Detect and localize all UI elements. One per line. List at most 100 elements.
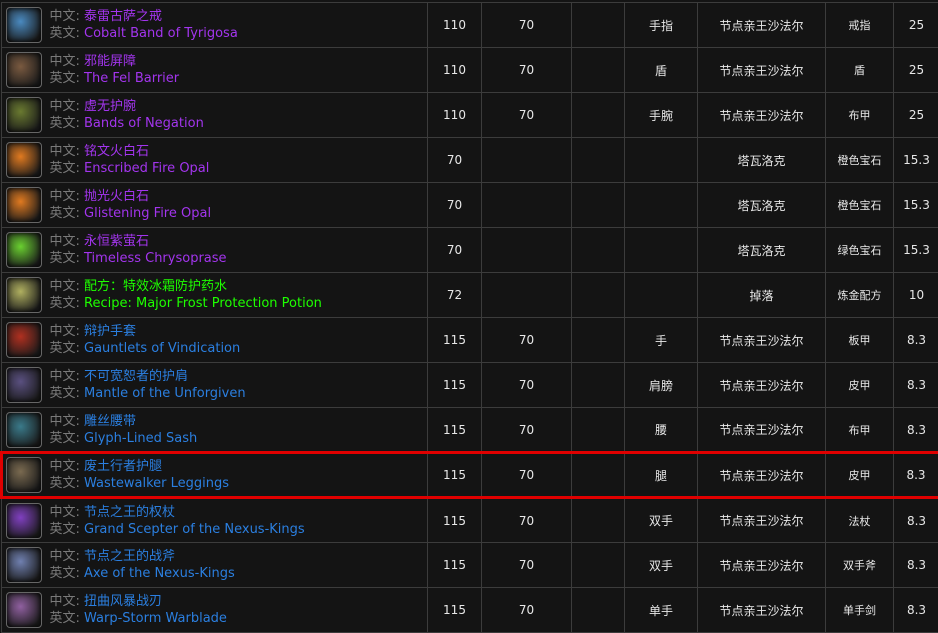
- slot: 盾: [625, 48, 698, 93]
- slot: 单手: [625, 588, 698, 633]
- item-name-cell: 中文: 节点之王的战斧 英文: Axe of the Nexus-Kings: [46, 543, 428, 588]
- item-name-en[interactable]: Grand Scepter of the Nexus-Kings: [84, 522, 305, 537]
- item-name-cell: 中文: 雕丝腰带 英文: Glyph-Lined Sash: [46, 408, 428, 453]
- en-label: 英文:: [50, 206, 85, 221]
- gem-green-icon[interactable]: [6, 232, 42, 268]
- item-name-cell: 中文: 不可宽恕者的护肩 英文: Mantle of the Unforgive…: [46, 363, 428, 408]
- item-name-en[interactable]: Timeless Chrysoprase: [84, 251, 227, 266]
- item-name-en[interactable]: Gauntlets of Vindication: [84, 341, 240, 356]
- item-name-cn[interactable]: 辩护手套: [84, 324, 136, 339]
- item-name-cn[interactable]: 雕丝腰带: [84, 414, 136, 429]
- item-name-cn[interactable]: 泰雷古萨之戒: [84, 9, 162, 24]
- extra-cell: [572, 318, 625, 363]
- item-type: 板甲: [826, 318, 894, 363]
- table-row[interactable]: 中文: 节点之王的战斧 英文: Axe of the Nexus-Kings 1…: [2, 543, 938, 588]
- axe-icon[interactable]: [6, 547, 42, 583]
- item-name-en[interactable]: Recipe: Major Frost Protection Potion: [84, 296, 322, 311]
- cn-label: 中文:: [50, 414, 85, 429]
- gem-orange-icon[interactable]: [6, 187, 42, 223]
- cn-label: 中文:: [50, 459, 85, 474]
- table-row-highlighted[interactable]: 中文: 废土行者护腿 英文: Wastewalker Leggings 115 …: [2, 453, 938, 498]
- icon-cell: [2, 138, 46, 183]
- item-name-en[interactable]: Cobalt Band of Tyrigosa: [84, 26, 238, 41]
- item-type: 双手斧: [826, 543, 894, 588]
- sword-icon[interactable]: [6, 592, 42, 628]
- source: 节点亲王沙法尔: [698, 498, 826, 543]
- source: 节点亲王沙法尔: [698, 318, 826, 363]
- item-name-en[interactable]: Bands of Negation: [84, 116, 204, 131]
- item-name-cn[interactable]: 虚无护腕: [84, 99, 136, 114]
- bracer-icon[interactable]: [6, 97, 42, 133]
- table-row[interactable]: 中文: 铭文火白石 英文: Enscribed Fire Opal 70 塔瓦洛…: [2, 138, 938, 183]
- table-row[interactable]: 中文: 邪能屏障 英文: The Fel Barrier 110 70 盾 节点…: [2, 48, 938, 93]
- item-name-cell: 中文: 泰雷古萨之戒 英文: Cobalt Band of Tyrigosa: [46, 3, 428, 48]
- slot: 手腕: [625, 93, 698, 138]
- table-row[interactable]: 中文: 虚无护腕 英文: Bands of Negation 110 70 手腕…: [2, 93, 938, 138]
- item-name-cn[interactable]: 扭曲风暴战刃: [84, 594, 162, 609]
- item-name-cn[interactable]: 永恒紫萤石: [84, 234, 149, 249]
- item-name-cell: 中文: 扭曲风暴战刃 英文: Warp-Storm Warblade: [46, 588, 428, 633]
- source: 塔瓦洛克: [698, 138, 826, 183]
- required-level: 70: [482, 48, 572, 93]
- table-row[interactable]: 中文: 不可宽恕者的护肩 英文: Mantle of the Unforgive…: [2, 363, 938, 408]
- item-name-cn[interactable]: 配方：特效冰霜防护药水: [84, 279, 227, 294]
- recipe-icon[interactable]: [6, 277, 42, 313]
- item-name-cn[interactable]: 铭文火白石: [84, 144, 149, 159]
- item-name-en[interactable]: The Fel Barrier: [84, 71, 179, 86]
- staff-icon[interactable]: [6, 503, 42, 539]
- item-name-en[interactable]: Glyph-Lined Sash: [84, 431, 197, 446]
- item-type: 布甲: [826, 408, 894, 453]
- item-level: 115: [428, 453, 482, 498]
- item-name-en[interactable]: Glistening Fire Opal: [84, 206, 211, 221]
- belt-icon[interactable]: [6, 412, 42, 448]
- icon-cell: [2, 543, 46, 588]
- table-row[interactable]: 中文: 扭曲风暴战刃 英文: Warp-Storm Warblade 115 7…: [2, 588, 938, 633]
- item-name-en[interactable]: Axe of the Nexus-Kings: [84, 566, 235, 581]
- gem-orange-icon[interactable]: [6, 142, 42, 178]
- item-name-cell: 中文: 铭文火白石 英文: Enscribed Fire Opal: [46, 138, 428, 183]
- drop-rate: 25: [894, 3, 938, 48]
- item-name-cn[interactable]: 节点之王的战斧: [84, 549, 175, 564]
- item-name-en[interactable]: Warp-Storm Warblade: [84, 611, 227, 626]
- source: 节点亲王沙法尔: [698, 48, 826, 93]
- source: 节点亲王沙法尔: [698, 408, 826, 453]
- item-name-en[interactable]: Wastewalker Leggings: [84, 476, 229, 491]
- table-row[interactable]: 中文: 雕丝腰带 英文: Glyph-Lined Sash 115 70 腰 节…: [2, 408, 938, 453]
- table-row[interactable]: 中文: 辩护手套 英文: Gauntlets of Vindication 11…: [2, 318, 938, 363]
- item-name-cn[interactable]: 不可宽恕者的护肩: [84, 369, 188, 384]
- item-name-cn[interactable]: 邪能屏障: [84, 54, 136, 69]
- gauntlet-icon[interactable]: [6, 322, 42, 358]
- source: 节点亲王沙法尔: [698, 588, 826, 633]
- required-level: [482, 228, 572, 273]
- en-label: 英文:: [50, 566, 85, 581]
- item-level: 115: [428, 363, 482, 408]
- shoulder-icon[interactable]: [6, 367, 42, 403]
- table-row[interactable]: 中文: 配方：特效冰霜防护药水 英文: Recipe: Major Frost …: [2, 273, 938, 318]
- required-level: 70: [482, 363, 572, 408]
- drop-rate: 8.3: [894, 588, 938, 633]
- table-row[interactable]: 中文: 泰雷古萨之戒 英文: Cobalt Band of Tyrigosa 1…: [2, 3, 938, 48]
- drop-rate: 15.3: [894, 183, 938, 228]
- required-level: 70: [482, 93, 572, 138]
- table-row[interactable]: 中文: 节点之王的权杖 英文: Grand Scepter of the Nex…: [2, 498, 938, 543]
- extra-cell: [572, 408, 625, 453]
- ring-icon[interactable]: [6, 7, 42, 43]
- leggings-icon[interactable]: [6, 457, 42, 493]
- icon-cell: [2, 588, 46, 633]
- drop-rate: 8.3: [894, 318, 938, 363]
- shield-icon[interactable]: [6, 52, 42, 88]
- item-name-en[interactable]: Mantle of the Unforgiven: [84, 386, 246, 401]
- table-row[interactable]: 中文: 永恒紫萤石 英文: Timeless Chrysoprase 70 塔瓦…: [2, 228, 938, 273]
- item-name-cn[interactable]: 节点之王的权杖: [84, 505, 175, 520]
- item-name-cn[interactable]: 抛光火白石: [84, 189, 149, 204]
- en-label: 英文:: [50, 116, 85, 131]
- item-name-cell: 中文: 抛光火白石 英文: Glistening Fire Opal: [46, 183, 428, 228]
- item-name-cn[interactable]: 废土行者护腿: [84, 459, 162, 474]
- table-row[interactable]: 中文: 抛光火白石 英文: Glistening Fire Opal 70 塔瓦…: [2, 183, 938, 228]
- extra-cell: [572, 588, 625, 633]
- extra-cell: [572, 453, 625, 498]
- required-level: 70: [482, 3, 572, 48]
- item-name-en[interactable]: Enscribed Fire Opal: [84, 161, 209, 176]
- slot: 双手: [625, 543, 698, 588]
- slot: 手指: [625, 3, 698, 48]
